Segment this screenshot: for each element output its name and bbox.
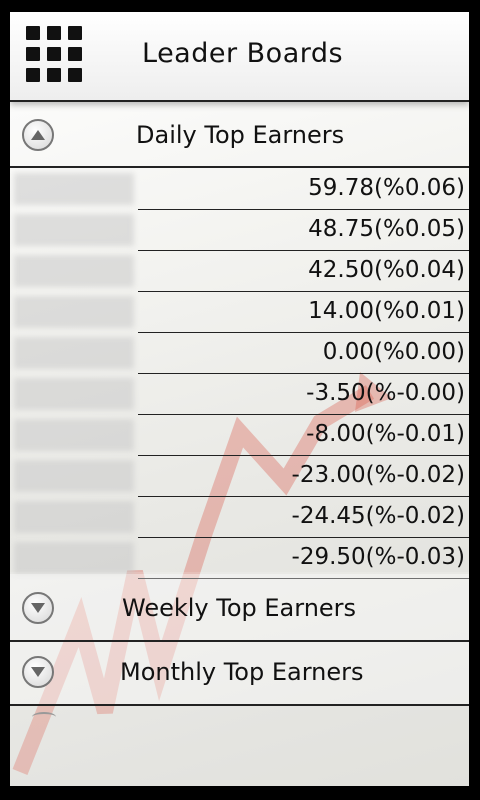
earnings-value: -23.00(%-0.02) bbox=[291, 462, 465, 488]
blurred-username bbox=[14, 337, 134, 369]
list-item[interactable]: -3.50(%-0.00) bbox=[10, 374, 469, 415]
weekly-section-title: Weekly Top Earners bbox=[122, 594, 357, 622]
daily-top-earners-header[interactable]: Daily Top Earners bbox=[10, 104, 469, 168]
chevron-down-icon[interactable] bbox=[22, 656, 54, 688]
list-item[interactable]: 48.75(%0.05) bbox=[10, 210, 469, 251]
blurred-username bbox=[14, 214, 134, 246]
grid-menu-icon[interactable] bbox=[26, 26, 82, 82]
monthly-section-title: Monthly Top Earners bbox=[120, 658, 364, 686]
list-item[interactable]: -23.00(%-0.02) bbox=[10, 456, 469, 497]
chevron-down-icon[interactable] bbox=[22, 592, 54, 624]
earnings-value: 14.00(%0.01) bbox=[308, 298, 465, 324]
page-title: Leader Boards bbox=[142, 38, 344, 69]
list-item[interactable]: 59.78(%0.06) bbox=[10, 169, 469, 210]
earnings-value: 42.50(%0.04) bbox=[308, 257, 465, 283]
blurred-username bbox=[14, 501, 134, 533]
blurred-username bbox=[14, 296, 134, 328]
list-item[interactable]: 0.00(%0.00) bbox=[10, 333, 469, 374]
earnings-value: 59.78(%0.06) bbox=[308, 175, 465, 201]
list-item[interactable]: -8.00(%-0.01) bbox=[10, 415, 469, 456]
next-section-peek bbox=[32, 712, 56, 722]
list-item[interactable]: 14.00(%0.01) bbox=[10, 292, 469, 333]
earnings-value: -3.50(%-0.00) bbox=[306, 380, 465, 406]
chevron-up-icon[interactable] bbox=[22, 119, 54, 151]
earnings-value: 48.75(%0.05) bbox=[308, 216, 465, 242]
earnings-value: -29.50(%-0.03) bbox=[291, 544, 465, 570]
daily-section-title: Daily Top Earners bbox=[136, 121, 345, 149]
leaderboard-screen: Leader Boards Daily Top Earners 59.78(%0… bbox=[10, 12, 469, 786]
blurred-username bbox=[14, 542, 134, 574]
list-item[interactable]: -29.50(%-0.03) bbox=[10, 538, 469, 579]
blurred-username bbox=[14, 419, 134, 451]
earnings-value: -24.45(%-0.02) bbox=[291, 503, 465, 529]
blurred-username bbox=[14, 460, 134, 492]
blurred-username bbox=[14, 173, 134, 205]
monthly-top-earners-header[interactable]: Monthly Top Earners bbox=[10, 642, 469, 706]
app-header: Leader Boards bbox=[10, 12, 469, 102]
blurred-username bbox=[14, 378, 134, 410]
earnings-value: 0.00(%0.00) bbox=[322, 339, 465, 365]
blurred-username bbox=[14, 255, 134, 287]
weekly-top-earners-header[interactable]: Weekly Top Earners bbox=[10, 574, 469, 642]
daily-leaderboard-list: 59.78(%0.06) 48.75(%0.05) 42.50(%0.04) 14.0… bbox=[10, 169, 469, 579]
earnings-value: -8.00(%-0.01) bbox=[306, 421, 465, 447]
list-item[interactable]: -24.45(%-0.02) bbox=[10, 497, 469, 538]
list-item[interactable]: 42.50(%0.04) bbox=[10, 251, 469, 292]
